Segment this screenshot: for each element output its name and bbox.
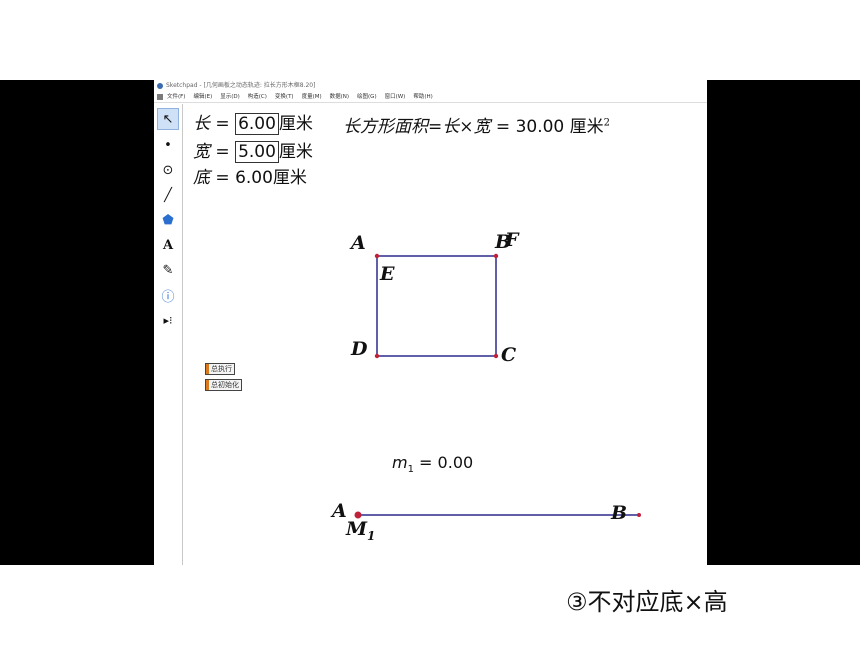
marker-tool-icon[interactable]: ✎ — [157, 259, 179, 281]
menu-help[interactable]: 帮助(H) — [413, 94, 432, 100]
menu-construct[interactable]: 构造(C) — [248, 94, 267, 100]
menu-transform[interactable]: 变换(T) — [275, 94, 294, 100]
point-a[interactable] — [374, 253, 380, 259]
point-d[interactable] — [374, 353, 380, 359]
m1-measurement[interactable]: m1 = 0.00 — [392, 453, 473, 475]
slide-caption: ③不对应底×高 — [566, 588, 728, 616]
menu-graph[interactable]: 绘图(G) — [357, 94, 377, 100]
point-b[interactable] — [493, 253, 499, 259]
sketch-canvas[interactable]: 长 = 6.00 厘米 宽 = 5.00 厘米 底 = 6.00厘米 长方形面积=长… — [183, 104, 707, 565]
title-bar: Sketchpad - [几何画板之动态轨迹: 拉长方形木框8.20] — [154, 80, 707, 91]
info-tool-icon[interactable]: ⓘ — [157, 284, 179, 306]
label-m1: M1 — [346, 518, 376, 543]
sketchpad-window: Sketchpad - [几何画板之动态轨迹: 拉长方形木框8.20] 文件(F… — [154, 80, 707, 565]
straightedge-tool-icon[interactable]: ╱ — [157, 184, 179, 206]
compass-tool-icon[interactable]: ⊙ — [157, 159, 179, 181]
label-d: D — [351, 338, 368, 360]
document-icon — [157, 93, 163, 100]
label-f: F — [505, 229, 519, 251]
arrow-select-tool-icon[interactable]: ↖ — [157, 108, 179, 130]
label-c: C — [501, 344, 517, 366]
menu-edit[interactable]: 编辑(E) — [193, 94, 212, 100]
menu-bar: 文件(F) 编辑(E) 显示(D) 构造(C) 变换(T) 度量(M) 数据(N) 绘图(G)… — [154, 91, 707, 103]
segment-point-b[interactable] — [637, 513, 641, 517]
label-a: A — [351, 232, 366, 254]
menu-data[interactable]: 数据(N) — [330, 94, 349, 100]
rectangle-frame[interactable] — [376, 255, 497, 357]
label-segment-b: B — [611, 502, 628, 524]
point-c[interactable] — [493, 353, 499, 359]
menu-display[interactable]: 显示(D) — [220, 94, 240, 100]
menu-file[interactable]: 文件(F) — [167, 94, 185, 100]
polygon-tool-icon[interactable]: ⬟ — [157, 209, 179, 231]
menu-measure[interactable]: 度量(M) — [302, 94, 322, 100]
label-segment-a: A — [332, 500, 347, 522]
custom-tool-icon[interactable]: ▸⁝ — [157, 309, 179, 331]
toolbox: ↖ • ⊙ ╱ ⬟ A ✎ ⓘ ▸⁝ — [154, 104, 183, 565]
label-e: E — [380, 263, 395, 285]
point-tool-icon[interactable]: • — [157, 134, 179, 156]
window-title: Sketchpad - [几何画板之动态轨迹: 拉长方形木框8.20] — [166, 82, 316, 89]
geometry-layer — [354, 253, 641, 519]
menu-window[interactable]: 窗口(W) — [385, 94, 406, 100]
sketchpad-logo-icon — [157, 82, 163, 89]
text-tool-icon[interactable]: A — [157, 234, 179, 256]
